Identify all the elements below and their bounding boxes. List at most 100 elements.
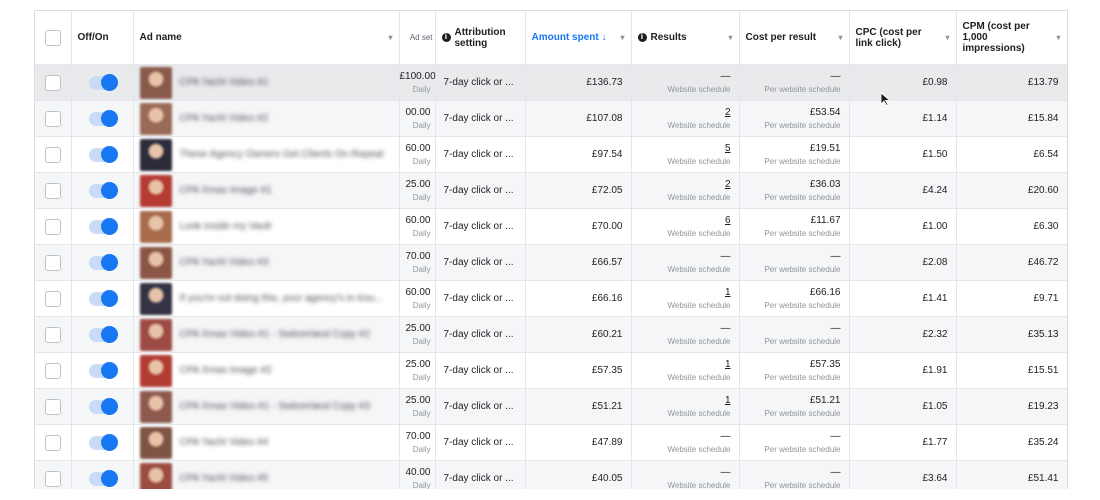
table-row[interactable]: CPA Yacht Video #2 00.00 Daily 7-day click … xyxy=(35,100,1067,137)
cost-per-result-value: £36.03 xyxy=(809,178,841,190)
ad-name-text[interactable]: If you're not doing this, your agency's … xyxy=(180,293,383,304)
ad-name-text[interactable]: CPA Yacht Video #1 xyxy=(180,77,269,88)
cost-per-result-value: £19.51 xyxy=(809,142,841,154)
ad-name-text[interactable]: CPA Yacht Video #2 xyxy=(180,113,269,124)
ad-set-budget-cell: 40.00 Daily xyxy=(399,460,436,489)
ad-toggle[interactable] xyxy=(89,217,118,235)
ad-toggle[interactable] xyxy=(89,325,118,343)
table-row[interactable]: CPA Yacht Video #5 40.00 Daily 7-day click … xyxy=(35,460,1067,489)
ad-name-header[interactable]: Ad name ▾ xyxy=(133,11,400,65)
chevron-down-icon[interactable]: ▾ xyxy=(388,33,392,42)
ad-name-text[interactable]: Look inside my Vault xyxy=(180,221,272,232)
amount-spent-header[interactable]: Amount spent ↓ ▾ xyxy=(525,11,632,65)
attribution-header-label: Attribution setting xyxy=(454,26,506,49)
results-header[interactable]: i Results ▾ xyxy=(631,11,740,65)
row-checkbox[interactable] xyxy=(44,290,61,307)
results-cell: 5 Website schedule xyxy=(631,136,740,173)
row-select-cell xyxy=(35,388,72,425)
table-row[interactable]: If you're not doing this, your agency's … xyxy=(35,280,1067,317)
ad-toggle[interactable] xyxy=(89,397,118,415)
results-value[interactable]: 1 xyxy=(632,358,731,371)
table-row[interactable]: Look inside my Vault 60.00 Daily 7-day clic… xyxy=(35,208,1067,245)
results-value[interactable]: 5 xyxy=(632,142,731,155)
table-row[interactable]: CPA Yacht Video #4 70.00 Daily 7-day click … xyxy=(35,424,1067,461)
ad-name-text[interactable]: CPA Yacht Video #4 xyxy=(180,437,269,448)
ad-name-cell[interactable]: CPA Yacht Video #5 xyxy=(133,460,400,489)
info-icon[interactable]: i xyxy=(637,33,647,42)
ad-name-cell[interactable]: CPA Yacht Video #2 xyxy=(133,100,400,137)
results-value[interactable]: 6 xyxy=(632,214,731,227)
row-checkbox[interactable] xyxy=(44,362,61,379)
row-checkbox[interactable] xyxy=(44,218,61,235)
attribution-header[interactable]: i Attribution setting xyxy=(435,11,526,65)
table-row[interactable]: CPA Xmas Video #1 - Switzerland Copy #2 2… xyxy=(35,316,1067,353)
offon-header[interactable]: Off/On xyxy=(71,11,134,65)
results-value[interactable]: 2 xyxy=(632,106,731,119)
budget-period: Daily xyxy=(412,336,431,346)
ad-name-text[interactable]: CPA Xmas Video #1 - Switzerland Copy #2 xyxy=(180,329,370,340)
cost-per-result-header[interactable]: Cost per result ▾ xyxy=(739,11,850,65)
row-checkbox[interactable] xyxy=(44,326,61,343)
ad-toggle[interactable] xyxy=(89,433,118,451)
ad-name-text[interactable]: CPA Yacht Video #5 xyxy=(180,473,269,484)
chevron-down-icon[interactable]: ▾ xyxy=(838,33,842,42)
ad-name-cell[interactable]: If you're not doing this, your agency's … xyxy=(133,280,400,317)
ad-name-cell[interactable]: CPA Xmas Video #1 - Switzerland Copy #2 xyxy=(133,316,400,353)
results-value[interactable]: 1 xyxy=(632,286,731,299)
cpm-header[interactable]: CPM (cost per 1,000 impressions) ▾ xyxy=(956,11,1067,65)
row-checkbox[interactable] xyxy=(44,182,61,199)
ad-name-text[interactable]: CPA Xmas Image #2 xyxy=(180,365,272,376)
cpc-cell: £1.41 xyxy=(849,280,957,317)
ad-name-text[interactable]: CPA Xmas Video #1 - Switzerland Copy #3 xyxy=(180,401,370,412)
ad-name-cell[interactable]: Look inside my Vault xyxy=(133,208,400,245)
ad-name-text[interactable]: CPA Xmas Image #1 xyxy=(180,185,272,196)
results-value[interactable]: 2 xyxy=(632,178,731,191)
ad-name-cell[interactable]: CPA Yacht Video #3 xyxy=(133,244,400,281)
chevron-down-icon[interactable]: ▾ xyxy=(728,33,732,42)
row-checkbox[interactable] xyxy=(44,254,61,271)
ad-toggle[interactable] xyxy=(89,181,118,199)
ad-toggle[interactable] xyxy=(89,145,118,163)
ad-name-cell[interactable]: These Agency Owners Get Clients On Repea… xyxy=(133,136,400,173)
info-icon[interactable]: i xyxy=(441,33,451,42)
row-toggle-cell xyxy=(71,208,134,245)
select-all-checkbox[interactable] xyxy=(44,29,61,46)
ad-toggle[interactable] xyxy=(89,469,118,487)
ad-toggle[interactable] xyxy=(89,361,118,379)
ad-name-cell[interactable]: CPA Yacht Video #4 xyxy=(133,424,400,461)
table-row[interactable]: CPA Yacht Video #3 70.00 Daily 7-day click … xyxy=(35,244,1067,281)
table-row[interactable]: CPA Xmas Video #1 - Switzerland Copy #3 2… xyxy=(35,388,1067,425)
ad-set-header[interactable]: Ad set xyxy=(399,11,436,65)
chevron-down-icon[interactable]: ▾ xyxy=(1056,33,1060,42)
row-checkbox[interactable] xyxy=(44,470,61,487)
ad-name-text[interactable]: CPA Yacht Video #3 xyxy=(180,257,269,268)
table-row[interactable]: CPA Yacht Video #1 £100.00 Daily 7-day clic… xyxy=(35,64,1067,101)
cpm-cell: £6.30 xyxy=(956,208,1067,245)
row-checkbox[interactable] xyxy=(44,110,61,127)
table-row[interactable]: CPA Xmas Image #1 25.00 Daily 7-day click o… xyxy=(35,172,1067,209)
row-checkbox[interactable] xyxy=(44,74,61,91)
cpc-header[interactable]: CPC (cost per link click) ▾ xyxy=(849,11,957,65)
ad-name-cell[interactable]: CPA Xmas Video #1 - Switzerland Copy #3 xyxy=(133,388,400,425)
results-value[interactable]: 1 xyxy=(632,394,731,407)
row-toggle-cell xyxy=(71,172,134,209)
ad-thumbnail xyxy=(139,390,172,423)
ad-name-text[interactable]: These Agency Owners Get Clients On Repea… xyxy=(180,149,384,160)
budget-period: Daily xyxy=(412,408,431,418)
attribution-cell: 7-day click or ... xyxy=(435,244,526,281)
row-checkbox[interactable] xyxy=(44,146,61,163)
ad-toggle[interactable] xyxy=(89,289,118,307)
chevron-down-icon[interactable]: ▾ xyxy=(620,33,624,42)
ad-toggle[interactable] xyxy=(89,109,118,127)
cost-per-result-cell: £36.03 Per website schedule xyxy=(739,172,850,209)
ad-toggle[interactable] xyxy=(89,253,118,271)
row-checkbox[interactable] xyxy=(44,398,61,415)
ad-name-cell[interactable]: CPA Xmas Image #2 xyxy=(133,352,400,389)
ad-name-cell[interactable]: CPA Xmas Image #1 xyxy=(133,172,400,209)
ad-name-cell[interactable]: CPA Yacht Video #1 xyxy=(133,64,400,101)
row-checkbox[interactable] xyxy=(44,434,61,451)
table-row[interactable]: These Agency Owners Get Clients On Repea… xyxy=(35,136,1067,173)
chevron-down-icon[interactable]: ▾ xyxy=(945,33,949,42)
ad-toggle[interactable] xyxy=(89,73,118,91)
table-row[interactable]: CPA Xmas Image #2 25.00 Daily 7-day click o… xyxy=(35,352,1067,389)
